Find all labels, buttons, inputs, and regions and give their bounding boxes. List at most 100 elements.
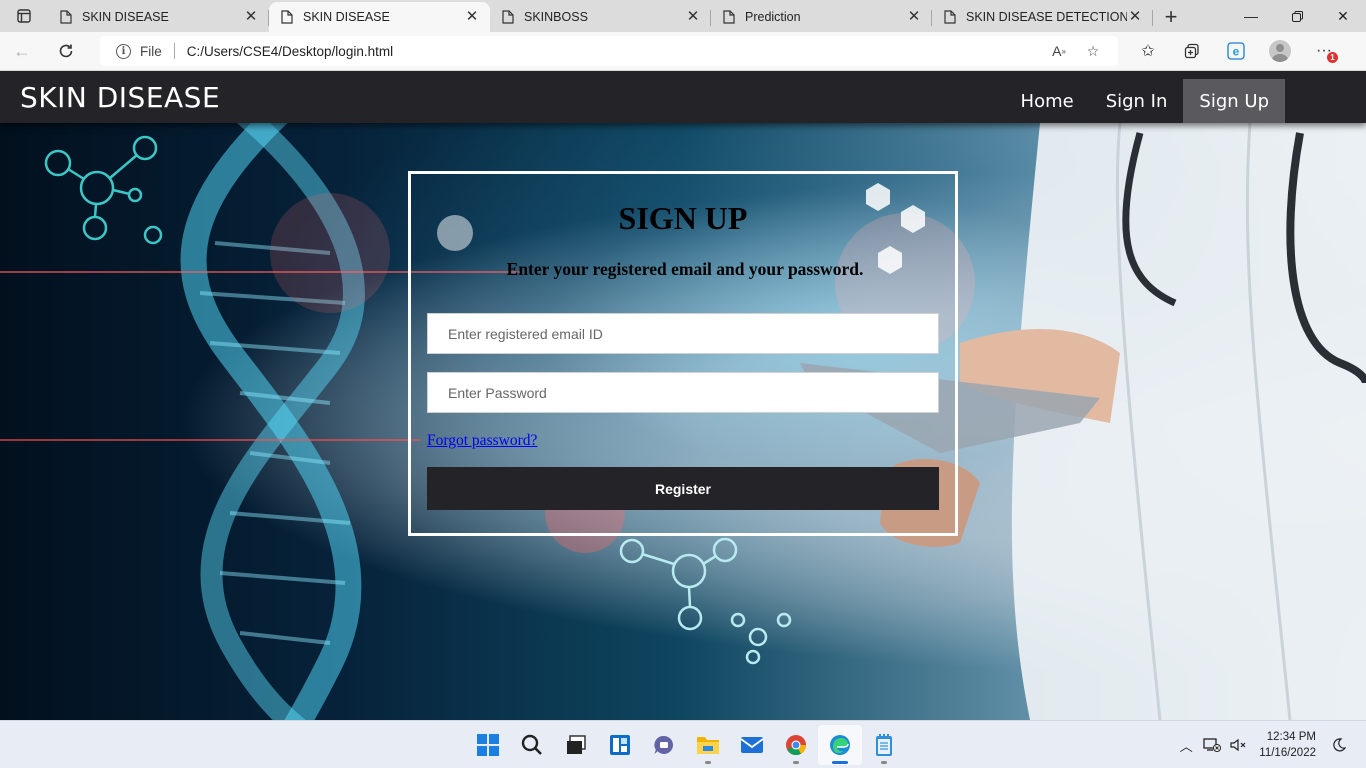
nav-sign-in-link[interactable]: Sign In (1090, 79, 1184, 123)
browser-tab[interactable]: SKIN DISEASE DETECTION ✕ (932, 2, 1153, 32)
page-icon (60, 10, 72, 24)
collections-icon (1184, 43, 1199, 59)
site-brand[interactable]: SKIN DISEASE (20, 81, 220, 114)
notification-badge: 1 (1327, 52, 1338, 63)
do-not-disturb-moon-icon (1333, 738, 1346, 752)
mail-button[interactable] (730, 725, 774, 765)
search-button[interactable] (510, 725, 554, 765)
browser-tab[interactable]: SKIN DISEASE ✕ (48, 2, 269, 32)
signup-form-card: SIGN UP Enter your registered email and … (408, 171, 958, 536)
register-button[interactable]: Register (427, 467, 939, 510)
profile-button[interactable] (1258, 33, 1302, 69)
favorites-button[interactable]: ✩ (1126, 33, 1170, 69)
close-tab-icon[interactable]: ✕ (464, 9, 480, 25)
close-tab-icon[interactable]: ✕ (1127, 9, 1143, 25)
chevron-up-icon: ︿ (1179, 738, 1193, 754)
notifications-button[interactable] (1326, 738, 1352, 752)
tab-actions-icon (17, 9, 31, 23)
page-icon (281, 10, 293, 24)
chrome-button[interactable] (774, 725, 818, 765)
browser-tab-strip: SKIN DISEASE ✕ SKIN DISEASE ✕ SKINBOSS ✕… (0, 0, 1366, 32)
taskbar-apps (466, 721, 906, 768)
taskbar-clock[interactable]: 12:34 PM 11/16/2022 (1259, 729, 1316, 761)
system-tray: ︿ 12:34 PM 11/16/2022 (1173, 721, 1366, 768)
network-button[interactable] (1199, 737, 1225, 753)
minimize-button[interactable]: — (1228, 0, 1274, 32)
plus-icon: + (1164, 4, 1178, 29)
read-aloud-icon[interactable]: A» (1042, 37, 1076, 65)
restore-button[interactable] (1274, 0, 1320, 32)
close-tab-icon[interactable]: ✕ (243, 9, 259, 25)
teams-chat-icon (654, 735, 674, 754)
widgets-button[interactable] (598, 725, 642, 765)
site-info-icon[interactable]: i (116, 43, 131, 59)
form-title: SIGN UP (618, 200, 748, 236)
running-indicator (881, 761, 887, 764)
edge-button[interactable] (818, 725, 862, 765)
notepad-button[interactable] (862, 725, 906, 765)
file-explorer-button[interactable] (686, 725, 730, 765)
running-indicator (705, 761, 711, 764)
windows-taskbar: ︿ 12:34 PM 11/16/2022 (0, 720, 1366, 768)
restore-icon (1291, 10, 1303, 22)
tab-title: SKIN DISEASE (303, 10, 390, 24)
start-button[interactable] (466, 725, 510, 765)
mail-icon (740, 737, 764, 753)
task-view-button[interactable] (554, 725, 598, 765)
form-subtitle: Enter your registered email and your pas… (506, 259, 864, 279)
page-icon (944, 10, 956, 24)
collections-button[interactable] (1170, 33, 1214, 69)
address-bar[interactable]: i File C:/Users/CSE4/Desktop/login.html … (100, 36, 1118, 66)
browser-toolbar: ← i File C:/Users/CSE4/Desktop/login.htm… (0, 32, 1366, 71)
scheme-label: File (140, 43, 162, 59)
back-arrow-icon: ← (13, 40, 31, 61)
browser-tab[interactable]: Prediction ✕ (711, 2, 932, 32)
running-indicator (793, 761, 799, 764)
browser-tab-active[interactable]: SKIN DISEASE ✕ (269, 2, 490, 32)
settings-menu-button[interactable]: ··· 1 (1302, 33, 1346, 69)
minimize-icon: — (1244, 8, 1258, 24)
add-favorite-icon[interactable]: ☆ (1076, 37, 1110, 65)
back-button[interactable]: ← (0, 33, 44, 69)
widgets-icon (610, 735, 630, 755)
ie-mode-button[interactable]: e (1214, 33, 1258, 69)
speaker-muted-icon (1230, 738, 1246, 752)
close-window-button[interactable]: ✕ (1320, 0, 1366, 32)
favorites-icon: ✩ (1141, 43, 1155, 60)
divider (173, 43, 175, 59)
page-icon (723, 10, 735, 24)
url-text[interactable]: C:/Users/CSE4/Desktop/login.html (187, 44, 1042, 59)
close-tab-icon[interactable]: ✕ (906, 9, 922, 25)
notepad-icon (876, 734, 892, 756)
forgot-password-link[interactable]: Forgot password? (427, 432, 537, 450)
close-icon: ✕ (1337, 7, 1349, 24)
svg-text:e: e (1233, 45, 1240, 59)
windows-start-icon (477, 734, 499, 756)
close-tab-icon[interactable]: ✕ (685, 9, 701, 25)
tab-title: SKINBOSS (524, 10, 588, 24)
tab-title: SKIN DISEASE DETECTION (966, 10, 1127, 24)
email-field[interactable] (427, 313, 939, 354)
teams-chat-button[interactable] (642, 725, 686, 765)
tab-actions-button[interactable] (0, 0, 48, 32)
refresh-icon (59, 44, 73, 58)
page-icon (502, 10, 514, 24)
task-view-icon (567, 735, 586, 754)
site-nav-links: Home Sign In Sign Up (1005, 71, 1285, 123)
refresh-button[interactable] (44, 33, 88, 69)
nav-home-link[interactable]: Home (1005, 79, 1090, 123)
browser-tab[interactable]: SKINBOSS ✕ (490, 2, 711, 32)
show-hidden-icons-button[interactable]: ︿ (1173, 736, 1199, 755)
clock-time: 12:34 PM (1266, 731, 1316, 743)
running-indicator (832, 761, 848, 764)
site-navbar: SKIN DISEASE Home Sign In Sign Up (0, 71, 1366, 123)
file-explorer-icon (697, 737, 719, 754)
nav-sign-up-link[interactable]: Sign Up (1183, 79, 1285, 123)
tab-title: SKIN DISEASE (82, 10, 169, 24)
volume-button[interactable] (1225, 738, 1251, 752)
network-disconnected-icon (1203, 738, 1222, 752)
password-field[interactable] (427, 372, 939, 413)
avatar (1269, 40, 1291, 62)
clock-date: 11/16/2022 (1259, 747, 1316, 759)
new-tab-button[interactable]: + (1153, 2, 1189, 32)
